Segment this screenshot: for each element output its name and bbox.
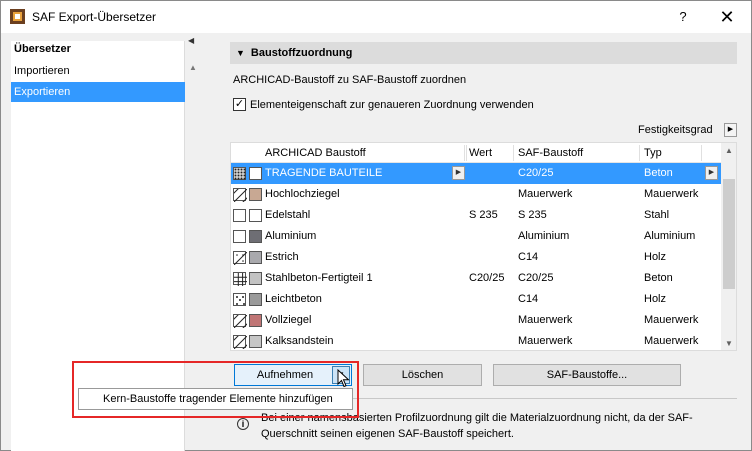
saf-baustoff-cell: Mauerwerk [518, 314, 573, 326]
table-row[interactable]: Aluminium Aluminium Aluminium [231, 226, 721, 247]
wert-cell: C20/25 [469, 272, 505, 284]
fill-pattern-icon [233, 293, 246, 306]
fill-pattern-icon [233, 188, 247, 202]
export-translator-window: SAF Export-Übersetzer ? ✕ Übersetzer Imp… [0, 0, 752, 451]
scroll-down-icon[interactable]: ▼ [721, 339, 736, 348]
fill-pattern-icon [233, 230, 246, 243]
fill-pattern-icon [233, 335, 247, 349]
archicad-baustoff-cell: Vollziegel [265, 314, 312, 326]
scrollbar-thumb[interactable] [723, 179, 735, 289]
app-icon [10, 9, 25, 24]
table-row[interactable]: Stahlbeton-Fertigteil 1 C20/25 C20/25 Beton [231, 268, 721, 289]
table-row[interactable]: Vollziegel Mauerwerk Mauerwerk [231, 310, 721, 331]
saf-baustoffe-button[interactable]: SAF-Baustoffe... [493, 364, 681, 386]
material-color-swatch [249, 230, 262, 243]
element-property-option[interactable]: ✓ Elementeigenschaft zur genaueren Zuord… [233, 98, 534, 111]
expand-triangle-icon: ▼ [236, 48, 245, 58]
typ-cell: Mauerwerk [644, 188, 699, 200]
sidebar-item-exportieren[interactable]: Exportieren [11, 82, 185, 102]
archicad-baustoff-cell: Kalksandstein [265, 335, 334, 347]
saf-baustoff-cell: C20/25 [518, 272, 554, 284]
material-table: ARCHICAD Baustoff Wert SAF-Baustoff Typ … [230, 142, 737, 351]
typ-cell: Mauerwerk [644, 314, 699, 326]
table-row[interactable]: TRAGENDE BAUTEILE ▶ C20/25 Beton ▶ [231, 163, 721, 184]
typ-cell: Stahl [644, 209, 670, 221]
fill-pattern-icon [233, 314, 247, 328]
window-title: SAF Export-Übersetzer [32, 10, 157, 24]
info-icon: i [237, 418, 249, 430]
table-scrollbar[interactable]: ▲ ▼ [721, 143, 736, 350]
saf-baustoff-cell: C14 [518, 293, 539, 305]
section-title: Baustoffzuordnung [250, 47, 353, 59]
typ-cell: Mauerwerk [644, 335, 699, 347]
saf-baustoff-cell: C14 [518, 251, 539, 263]
archicad-baustoff-cell: Hochlochziegel [265, 188, 340, 200]
saf-baustoff-cell: C20/25 [518, 167, 554, 179]
sidebar-scroll-up-icon[interactable]: ▲ [189, 63, 197, 72]
table-row[interactable]: Edelstahl S 235 S 235 Stahl [231, 205, 721, 226]
saf-baustoff-cell: Mauerwerk [518, 188, 573, 200]
material-color-swatch [249, 335, 262, 348]
fill-pattern-icon [233, 251, 247, 265]
assign-label: ARCHICAD-Baustoff zu SAF-Baustoff zuordn… [233, 74, 467, 86]
help-button[interactable]: ? [673, 7, 693, 27]
collapse-sidebar-icon[interactable]: ◀ [188, 36, 194, 45]
material-color-swatch [249, 272, 262, 285]
typ-cell: Holz [644, 293, 667, 305]
saf-baustoff-cell: S 235 [518, 209, 547, 221]
typ-cell: Aluminium [644, 230, 696, 242]
festigkeitsgrad-arrow-button[interactable]: ▶ [724, 123, 737, 137]
archicad-baustoff-cell: Edelstahl [265, 209, 311, 221]
column-header-saf-baustoff[interactable]: SAF-Baustoff [518, 147, 583, 159]
material-color-swatch [249, 188, 262, 201]
fill-pattern-icon [233, 209, 246, 222]
saf-baustoff-cell: Mauerwerk [518, 335, 573, 347]
table-row[interactable]: Leichtbeton C14 Holz [231, 289, 721, 310]
loeschen-button[interactable]: Löschen [363, 364, 482, 386]
title-bar: SAF Export-Übersetzer ? ✕ [1, 1, 751, 33]
wert-cell: S 235 [469, 209, 498, 221]
fill-pattern-icon [233, 272, 247, 286]
typ-arrow-button[interactable]: ▶ [705, 166, 718, 180]
material-color-swatch [249, 209, 262, 222]
sidebar-header: Übersetzer [14, 43, 71, 55]
close-button[interactable]: ✕ [707, 4, 747, 30]
table-header: ARCHICAD Baustoff Wert SAF-Baustoff Typ [231, 143, 721, 163]
material-color-swatch [249, 251, 262, 264]
fill-pattern-icon [233, 167, 246, 180]
material-color-swatch [249, 167, 262, 180]
scroll-up-icon[interactable]: ▲ [721, 146, 736, 155]
column-header-wert[interactable]: Wert [469, 147, 492, 159]
typ-cell: Beton [644, 272, 673, 284]
element-property-label: Elementeigenschaft zur genaueren Zuordnu… [250, 98, 534, 111]
table-row[interactable]: Kalksandstein Mauerwerk Mauerwerk [231, 331, 721, 350]
material-color-swatch [249, 293, 262, 306]
row-expand-arrow[interactable]: ▶ [452, 166, 465, 180]
table-row[interactable]: Estrich C14 Holz [231, 247, 721, 268]
archicad-baustoff-cell: TRAGENDE BAUTEILE [265, 167, 383, 179]
saf-baustoff-cell: Aluminium [518, 230, 570, 242]
column-header-typ[interactable]: Typ [644, 147, 662, 159]
section-header[interactable]: ▼ Baustoffzuordnung [230, 42, 737, 64]
archicad-baustoff-cell: Stahlbeton-Fertigteil 1 [265, 272, 373, 284]
element-property-checkbox[interactable]: ✓ [233, 98, 246, 111]
highlight-frame [72, 361, 359, 418]
archicad-baustoff-cell: Leichtbeton [265, 293, 322, 305]
column-header-archicad-baustoff[interactable]: ARCHICAD Baustoff [265, 147, 366, 159]
material-color-swatch [249, 314, 262, 327]
archicad-baustoff-cell: Estrich [265, 251, 299, 263]
table-row[interactable]: Hochlochziegel Mauerwerk Mauerwerk [231, 184, 721, 205]
typ-cell: Holz [644, 251, 667, 263]
festigkeitsgrad-label: Festigkeitsgrad [638, 124, 713, 136]
archicad-baustoff-cell: Aluminium [265, 230, 317, 242]
typ-cell: Beton [644, 167, 673, 179]
sidebar-item-importieren[interactable]: Importieren [11, 61, 185, 81]
